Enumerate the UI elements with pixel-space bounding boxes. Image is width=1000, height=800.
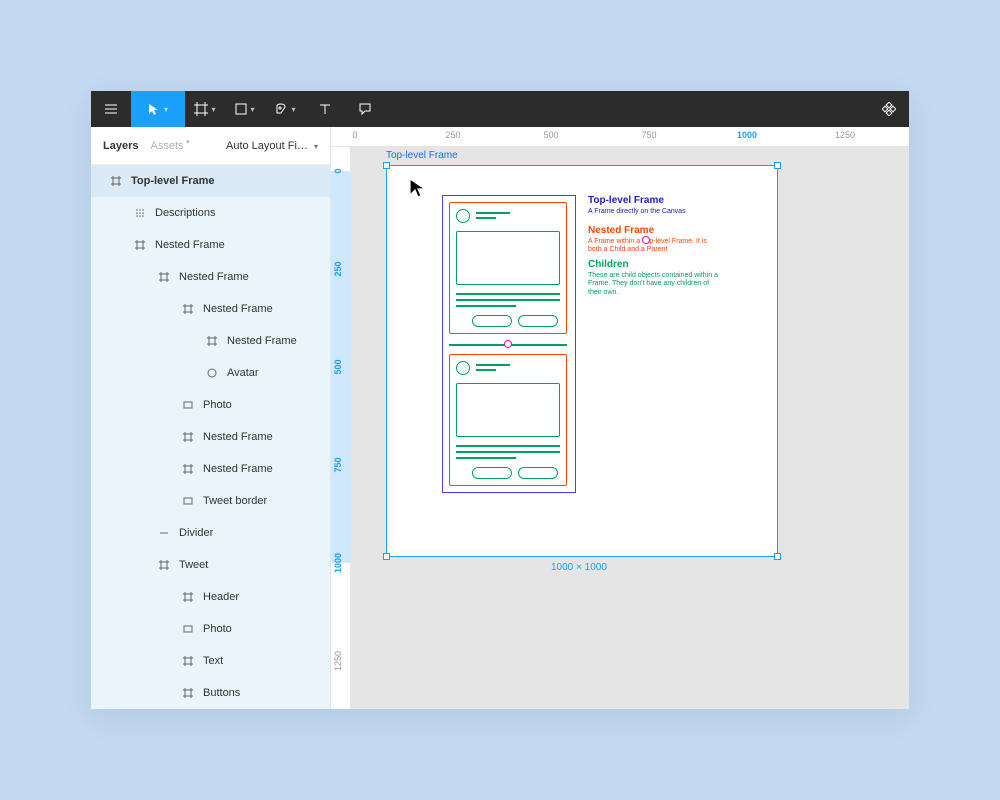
layer-row[interactable]: Photo bbox=[91, 389, 330, 421]
resize-handle-se[interactable] bbox=[774, 553, 781, 560]
frame-icon bbox=[133, 240, 147, 250]
rect-icon bbox=[181, 496, 195, 506]
ruler-vertical[interactable]: 0 250 500 750 1000 1250 bbox=[331, 147, 351, 709]
layer-label: Top-level Frame bbox=[131, 175, 330, 187]
layer-row[interactable]: Avatar bbox=[91, 357, 330, 389]
ruler-tick: 250 bbox=[333, 261, 343, 276]
layer-label: Tweet border bbox=[203, 495, 330, 507]
line-icon bbox=[157, 528, 171, 538]
layer-label: Buttons bbox=[203, 687, 330, 699]
ruler-tick: 500 bbox=[333, 359, 343, 374]
page-select-label: Auto Layout Fi… bbox=[226, 140, 308, 152]
ruler-tick: 500 bbox=[543, 130, 558, 140]
plugin-button[interactable] bbox=[869, 91, 909, 127]
sidebar-header: Layers Assets Auto Layout Fi… ▾ bbox=[91, 127, 330, 165]
sidebar: Layers Assets Auto Layout Fi… ▾ Top-leve… bbox=[91, 127, 331, 709]
layer-label: Nested Frame bbox=[179, 271, 330, 283]
ruler-tick: 0 bbox=[352, 130, 357, 140]
circle-icon bbox=[205, 368, 219, 378]
resize-handle-sw[interactable] bbox=[383, 553, 390, 560]
layer-label: Text bbox=[203, 655, 330, 667]
layer-label: Photo bbox=[203, 623, 330, 635]
frame-icon bbox=[181, 592, 195, 602]
layer-row[interactable]: Header bbox=[91, 581, 330, 613]
layer-label: Nested Frame bbox=[227, 335, 330, 347]
toolbar: ▾ ▾ ▾ ▾ bbox=[91, 91, 909, 127]
frame-icon bbox=[181, 688, 195, 698]
frame-icon bbox=[205, 336, 219, 346]
layer-label: Avatar bbox=[227, 367, 330, 379]
group-icon bbox=[133, 208, 147, 218]
layer-row[interactable]: Nested Frame bbox=[91, 293, 330, 325]
comment-tool-button[interactable] bbox=[345, 91, 385, 127]
chevron-down-icon: ▾ bbox=[211, 105, 215, 114]
ruler-tick: 0 bbox=[333, 168, 343, 173]
canvas[interactable]: Top-level Frame bbox=[351, 147, 909, 709]
layer-row[interactable]: Nested Frame bbox=[91, 261, 330, 293]
ruler-tick: 1000 bbox=[737, 130, 757, 140]
tab-layers[interactable]: Layers bbox=[103, 140, 138, 152]
frame-icon bbox=[181, 464, 195, 474]
chevron-down-icon: ▾ bbox=[291, 105, 295, 114]
chevron-down-icon: ▾ bbox=[250, 105, 254, 114]
layer-label: Divider bbox=[179, 527, 330, 539]
resize-handle-ne[interactable] bbox=[774, 162, 781, 169]
tab-assets[interactable]: Assets bbox=[150, 140, 183, 152]
resize-handle-nw[interactable] bbox=[383, 162, 390, 169]
layers-panel: Top-level Frame Descriptions Nested Frame N… bbox=[91, 165, 330, 709]
layer-row[interactable]: Buttons bbox=[91, 677, 330, 709]
move-tool-button[interactable]: ▾ bbox=[131, 91, 185, 127]
layer-row[interactable]: Nested Frame bbox=[91, 421, 330, 453]
chevron-down-icon: ▾ bbox=[164, 105, 168, 114]
layer-row[interactable]: Nested Frame bbox=[91, 453, 330, 485]
layer-label: Header bbox=[203, 591, 330, 603]
ruler-tick: 1250 bbox=[835, 130, 855, 140]
layer-label: Nested Frame bbox=[203, 463, 330, 475]
layer-row[interactable]: Nested Frame bbox=[91, 229, 330, 261]
layer-row[interactable]: Top-level Frame bbox=[91, 165, 330, 197]
rect-icon bbox=[181, 400, 195, 410]
ruler-tick: 250 bbox=[445, 130, 460, 140]
layer-row[interactable]: Tweet bbox=[91, 549, 330, 581]
layer-label: Nested Frame bbox=[203, 431, 330, 443]
ruler-tick: 750 bbox=[641, 130, 656, 140]
rect-icon bbox=[181, 624, 195, 634]
page-select[interactable]: Auto Layout Fi… ▾ bbox=[226, 140, 318, 152]
shape-tool-button[interactable]: ▾ bbox=[225, 91, 265, 127]
ruler-tick: 1000 bbox=[333, 553, 343, 573]
layer-row[interactable]: Nested Frame bbox=[91, 325, 330, 357]
frame-icon bbox=[157, 560, 171, 570]
frame-icon bbox=[157, 272, 171, 282]
frame-icon bbox=[109, 176, 123, 186]
ruler-tick: 1250 bbox=[333, 651, 343, 671]
layer-row[interactable]: Descriptions bbox=[91, 197, 330, 229]
ruler-tick: 750 bbox=[333, 457, 343, 472]
canvas-frame-label[interactable]: Top-level Frame bbox=[386, 150, 458, 161]
layer-label: Nested Frame bbox=[203, 303, 330, 315]
text-tool-button[interactable] bbox=[305, 91, 345, 127]
frame-icon bbox=[181, 656, 195, 666]
layer-label: Tweet bbox=[179, 559, 330, 571]
ruler-horizontal[interactable]: 0 250 500 750 1000 1250 bbox=[331, 127, 909, 147]
frame-icon bbox=[181, 432, 195, 442]
app-window: ▾ ▾ ▾ ▾ Layers Assets Auto Layout Fi… ▾ … bbox=[91, 91, 909, 709]
layer-row[interactable]: Divider bbox=[91, 517, 330, 549]
selection-box bbox=[386, 165, 778, 557]
layer-label: Photo bbox=[203, 399, 330, 411]
menu-button[interactable] bbox=[91, 91, 131, 127]
frame-tool-button[interactable]: ▾ bbox=[185, 91, 225, 127]
layer-row[interactable]: Tweet border bbox=[91, 485, 330, 517]
layer-row[interactable]: Photo bbox=[91, 613, 330, 645]
frame-icon bbox=[181, 304, 195, 314]
layer-row[interactable]: Text bbox=[91, 645, 330, 677]
selection-dimensions: 1000 × 1000 bbox=[551, 562, 607, 573]
layer-label: Nested Frame bbox=[155, 239, 330, 251]
chevron-down-icon: ▾ bbox=[314, 142, 318, 151]
pen-tool-button[interactable]: ▾ bbox=[265, 91, 305, 127]
layer-label: Descriptions bbox=[155, 207, 330, 219]
